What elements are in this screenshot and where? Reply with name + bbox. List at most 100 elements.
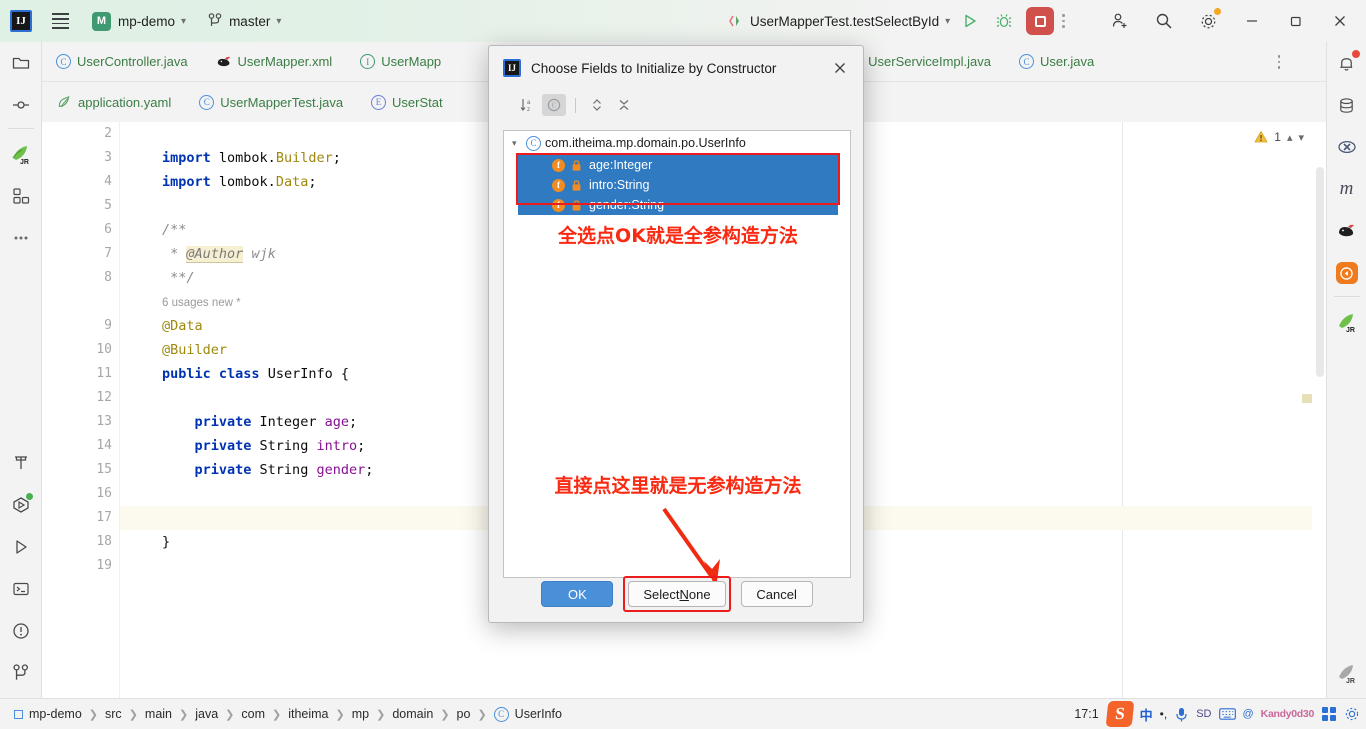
intellij-logo-icon: IJ [10, 10, 32, 32]
stop-button[interactable] [1026, 7, 1054, 35]
ime-gear-icon[interactable] [1344, 706, 1360, 722]
breadcrumb-item[interactable]: po [457, 707, 471, 721]
dialog-close-button[interactable] [827, 55, 853, 81]
sidebar-item-terminal[interactable] [0, 568, 42, 610]
tab-usermapper-xml[interactable]: UserMapper.xml [202, 42, 347, 82]
ime-sd-label[interactable]: SD [1196, 708, 1211, 720]
line-number: 5 [42, 194, 112, 218]
breadcrumb-item[interactable]: src [105, 707, 122, 721]
line-code: private String intro; [120, 438, 365, 454]
cancel-button[interactable]: Cancel [741, 581, 813, 607]
keyboard-icon[interactable] [1219, 707, 1236, 721]
run-configuration-name: UserMapperTest.testSelectById [750, 14, 939, 29]
breadcrumb-item[interactable]: mp-demo [29, 707, 82, 721]
sidebar-item-project[interactable] [0, 42, 42, 84]
ime-at-icon[interactable]: @ [1243, 708, 1254, 720]
notification-badge-icon [1352, 50, 1360, 58]
project-selector[interactable]: M mp-demo ▾ [92, 12, 186, 31]
class-icon: C [526, 136, 541, 151]
mybatis-bird-icon [1336, 221, 1358, 241]
breadcrumb-item[interactable]: mp [352, 707, 369, 721]
show-classes-button[interactable]: C [542, 94, 566, 116]
sidebar-item-jrebel-right[interactable]: JR [1326, 301, 1366, 343]
line-number: 10 [42, 338, 112, 362]
sidebar-item-maven[interactable]: m [1326, 168, 1366, 210]
tab-label: UserMapperTest.java [220, 95, 343, 110]
close-button[interactable] [1318, 0, 1362, 42]
run-button[interactable] [956, 7, 984, 35]
maximize-button[interactable] [1274, 0, 1318, 42]
breadcrumb-separator: ❯ [179, 708, 188, 721]
select-none-button[interactable]: Select None [628, 581, 725, 607]
hamburger-menu-icon[interactable] [46, 8, 74, 34]
sidebar-item-structure[interactable] [0, 175, 42, 217]
breadcrumb-item[interactable]: itheima [288, 707, 328, 721]
sidebar-item-notifications[interactable] [1326, 42, 1366, 84]
sidebar-item-jrebel[interactable]: JR [0, 133, 42, 175]
line-code [120, 486, 162, 502]
apps-icon[interactable] [1321, 706, 1337, 722]
more-actions-button[interactable] [1062, 14, 1065, 28]
debug-button[interactable] [990, 7, 1018, 35]
breadcrumb-separator: ❯ [336, 708, 345, 721]
interface-icon: I [360, 54, 375, 69]
tab-userstatus-java[interactable]: E UserStat [357, 82, 457, 122]
ime-account-label[interactable]: Kandy0d30 [1261, 708, 1314, 720]
sidebar-item-commit[interactable] [0, 84, 42, 126]
run-configuration-selector[interactable]: UserMapperTest.testSelectById ▾ [728, 14, 950, 29]
line-code [120, 510, 162, 526]
select-none-label-pre: Select [643, 587, 679, 602]
tab-user-java[interactable]: C User.java [1005, 42, 1108, 82]
chevron-down-icon: ▾ [945, 16, 950, 27]
editor-scrollbar[interactable] [1312, 122, 1326, 698]
add-user-button[interactable] [1098, 0, 1142, 42]
microphone-icon[interactable] [1174, 706, 1189, 722]
sidebar-item-translation[interactable] [1326, 252, 1366, 294]
branch-selector[interactable]: master ▾ [208, 13, 281, 29]
scrollbar-thumb[interactable] [1316, 167, 1324, 377]
sidebar-item-maven-helper[interactable] [1326, 126, 1366, 168]
sogou-logo-icon[interactable]: S [1105, 701, 1134, 727]
chevron-down-icon[interactable]: ▾ [512, 138, 526, 149]
expand-all-button[interactable] [585, 94, 609, 116]
collapse-all-icon [616, 97, 632, 113]
ime-punctuation-label[interactable]: •, [1160, 707, 1168, 721]
class-icon: C [1019, 54, 1034, 69]
ime-mode-label[interactable]: 中 [1140, 705, 1153, 724]
idea-window: IJ M mp-demo ▾ master ▾ [0, 0, 1366, 729]
tab-usercontroller-java[interactable]: C UserController.java [42, 42, 202, 82]
chevron-down-icon: ▾ [276, 16, 281, 27]
annotation-select-all: 全选点OK就是全参构造方法 [504, 221, 852, 248]
search-button[interactable] [1142, 0, 1186, 42]
sidebar-item-more[interactable] [0, 217, 42, 259]
breadcrumb-item[interactable]: com [241, 707, 265, 721]
line-number: 16 [42, 482, 112, 506]
line-number: 11 [42, 362, 112, 386]
sidebar-item-problems[interactable] [0, 610, 42, 652]
line-code [120, 198, 162, 214]
caret-position[interactable]: 17:1 [1074, 707, 1098, 721]
tab-list-icon[interactable] [1278, 55, 1281, 69]
settings-button[interactable] [1186, 0, 1230, 42]
breadcrumb-item[interactable]: main [145, 707, 172, 721]
collapse-all-button[interactable] [612, 94, 636, 116]
breadcrumb-item[interactable]: domain [392, 707, 433, 721]
sidebar-item-version-control[interactable] [0, 652, 42, 694]
tab-usermapper-java[interactable]: I UserMapp [346, 42, 455, 82]
breadcrumb-item[interactable]: UserInfo [515, 707, 562, 721]
sidebar-item-mybatisx[interactable] [1326, 210, 1366, 252]
sort-alphabetically-button[interactable]: a z [515, 94, 539, 116]
sidebar-item-jrebel-bottom[interactable]: JR [1326, 652, 1366, 694]
breadcrumb-item[interactable]: java [195, 707, 218, 721]
sidebar-item-run[interactable] [0, 526, 42, 568]
sidebar-item-database[interactable] [1326, 84, 1366, 126]
tab-application-yaml[interactable]: application.yaml [42, 82, 185, 122]
ok-button[interactable]: OK [541, 581, 613, 607]
tab-usermappertest-java[interactable]: C UserMapperTest.java [185, 82, 357, 122]
maven-m-icon: m [1340, 178, 1354, 200]
sidebar-item-build[interactable] [0, 442, 42, 484]
tree-root-node[interactable]: ▾ C com.itheima.mp.domain.po.UserInfo [504, 133, 850, 153]
sidebar-item-services[interactable] [0, 484, 42, 526]
fields-tree[interactable]: ▾ C com.itheima.mp.domain.po.UserInfo fa… [503, 130, 851, 578]
minimize-button[interactable] [1230, 0, 1274, 42]
